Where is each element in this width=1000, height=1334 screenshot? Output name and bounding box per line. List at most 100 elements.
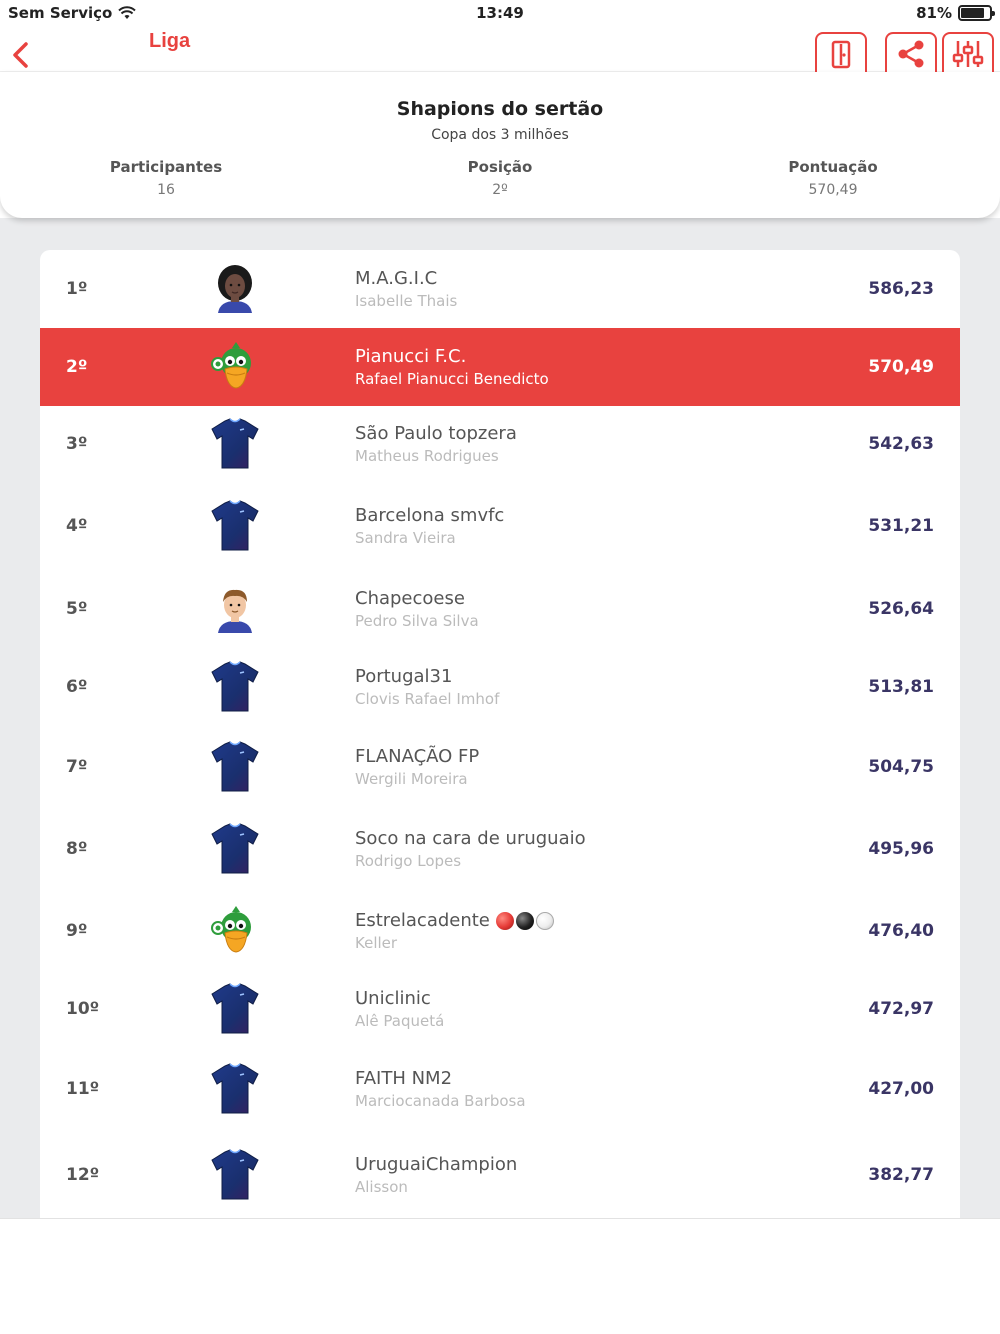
owner-name: Pedro Silva Silva (355, 612, 479, 630)
team-name: Portugal31 (355, 666, 499, 687)
rank-position: 11º (66, 1079, 100, 1099)
team-info: Uniclinic Alê Paquetá (355, 988, 444, 1030)
ranking-row[interactable]: 11º FAITH NM2 Marciocanada Barbosa 427,00 (40, 1046, 960, 1132)
exit-door-icon (831, 40, 851, 69)
team-name-text: FAITH NM2 (355, 1068, 453, 1089)
ranking-row[interactable]: 12º UruguaiChampion Alisson 382,77 (40, 1132, 960, 1218)
back-button[interactable] (8, 38, 32, 72)
chevron-left-icon (13, 42, 28, 68)
filter-sliders-icon (952, 41, 984, 67)
team-name: UruguaiChampion (355, 1154, 517, 1175)
share-button[interactable] (885, 32, 937, 74)
owner-name: Rodrigo Lopes (355, 852, 462, 870)
duck-mascot-icon (210, 905, 260, 957)
ranking-row[interactable]: 6º Portugal31 Clovis Rafael Imhof 513,81 (40, 648, 960, 726)
red-ball-icon (495, 911, 514, 930)
rank-position: 4º (66, 516, 88, 536)
black-ball-icon (515, 911, 534, 930)
team-info: Barcelona smvfc Sandra Vieira (355, 505, 504, 547)
team-info: Pianucci F.C. Rafael Pianucci Benedicto (355, 346, 549, 388)
ranking-row[interactable]: 9º Estrelacadente Keller 476,40 (40, 890, 960, 972)
team-name: Soco na cara de uruguaio (355, 828, 586, 849)
share-icon (898, 40, 924, 68)
ranking-row[interactable]: 4º Barcelona smvfc Sandra Vieira 531,21 (40, 482, 960, 570)
ranking-row[interactable]: 5º Chapecoese Pedro Silva Silva 526,64 (40, 570, 960, 648)
rank-position: 7º (66, 757, 88, 777)
team-score: 427,00 (868, 1079, 934, 1099)
stat-participants: Participantes 16 (66, 158, 266, 198)
team-name-text: Uniclinic (355, 988, 431, 1009)
ranking-row[interactable]: 8º Soco na cara de uruguaio Rodrigo Lopes… (40, 808, 960, 890)
stat-value: 16 (157, 182, 175, 198)
ranking-row[interactable]: 2º Pianucci F.C. Rafael Pianucci Benedict… (40, 328, 960, 406)
stat-value: 2º (492, 182, 508, 198)
owner-name: Keller (355, 934, 398, 952)
ranking-row[interactable]: 7º FLANAÇÃO FP Wergili Moreira 504,75 (40, 726, 960, 808)
team-score: 570,49 (868, 357, 934, 377)
jersey-icon (210, 741, 260, 793)
team-name: M.A.G.I.C (355, 268, 457, 289)
jersey-icon (210, 823, 260, 875)
team-name-text: Pianucci F.C. (355, 346, 467, 367)
owner-name: Wergili Moreira (355, 770, 468, 788)
owner-name: Matheus Rodrigues (355, 447, 499, 465)
team-info: Portugal31 Clovis Rafael Imhof (355, 666, 499, 708)
leave-league-button[interactable] (815, 32, 867, 74)
team-info: FAITH NM2 Marciocanada Barbosa (355, 1068, 526, 1110)
stat-score: Pontuação 570,49 (733, 158, 933, 198)
team-name: FLANAÇÃO FP (355, 746, 479, 767)
battery-icon (958, 5, 995, 21)
battery-status: 81% (916, 4, 995, 22)
ranking-list: 1º M.A.G.I.C Isabelle Thais 586,23 2º Pianu… (40, 250, 960, 1218)
team-name: Estrelacadente (355, 910, 554, 931)
jersey-icon (210, 1063, 260, 1115)
rank-position: 12º (66, 1165, 100, 1185)
team-name: Chapecoese (355, 588, 479, 609)
team-info: FLANAÇÃO FP Wergili Moreira (355, 746, 479, 788)
owner-name: Marciocanada Barbosa (355, 1092, 526, 1110)
rank-position: 9º (66, 921, 88, 941)
team-name-text: Soco na cara de uruguaio (355, 828, 586, 849)
competition-name: Copa dos 3 milhões (431, 127, 569, 143)
team-score: 526,64 (868, 599, 934, 619)
rank-position: 2º (66, 357, 88, 377)
jersey-icon (210, 1149, 260, 1201)
team-name-text: UruguaiChampion (355, 1154, 518, 1175)
team-score: 476,40 (868, 921, 934, 941)
nav-header: Liga (0, 28, 1000, 74)
bottom-area (0, 1218, 1000, 1334)
badge-icons (495, 911, 554, 930)
team-score: 504,75 (868, 757, 934, 777)
team-score: 586,23 (868, 279, 934, 299)
team-name: São Paulo topzera (355, 423, 517, 444)
rank-position: 6º (66, 677, 88, 697)
team-score: 513,81 (868, 677, 934, 697)
team-name: FAITH NM2 (355, 1068, 526, 1089)
team-name-text: Estrelacadente (355, 910, 490, 931)
duck-mascot-icon (210, 341, 260, 393)
team-name: Barcelona smvfc (355, 505, 504, 526)
ranking-row[interactable]: 3º São Paulo topzera Matheus Rodrigues 542… (40, 406, 960, 482)
team-score: 531,21 (868, 516, 934, 536)
page-title: Liga (149, 30, 191, 52)
battery-fill (961, 8, 984, 18)
woman-avatar-icon (210, 263, 260, 315)
ranking-row[interactable]: 1º M.A.G.I.C Isabelle Thais 586,23 (40, 250, 960, 328)
ranking-row[interactable]: 10º Uniclinic Alê Paquetá 472,97 (40, 972, 960, 1046)
team-name: Uniclinic (355, 988, 444, 1009)
filter-button[interactable] (942, 32, 994, 74)
team-name-text: M.A.G.I.C (355, 268, 438, 289)
team-info: UruguaiChampion Alisson (355, 1154, 517, 1196)
rank-position: 10º (66, 999, 100, 1019)
league-summary-card: Shapions do sertão Copa dos 3 milhões Pa… (0, 72, 1000, 218)
stat-label: Pontuação (788, 158, 878, 176)
team-score: 495,96 (868, 839, 934, 859)
owner-name: Clovis Rafael Imhof (355, 690, 500, 708)
white-ball-icon (535, 911, 554, 930)
team-info: Estrelacadente Keller (355, 910, 554, 952)
team-info: Chapecoese Pedro Silva Silva (355, 588, 479, 630)
team-score: 542,63 (868, 434, 934, 454)
team-name-text: Portugal31 (355, 666, 453, 687)
team-score: 382,77 (868, 1165, 934, 1185)
jersey-icon (210, 500, 260, 552)
